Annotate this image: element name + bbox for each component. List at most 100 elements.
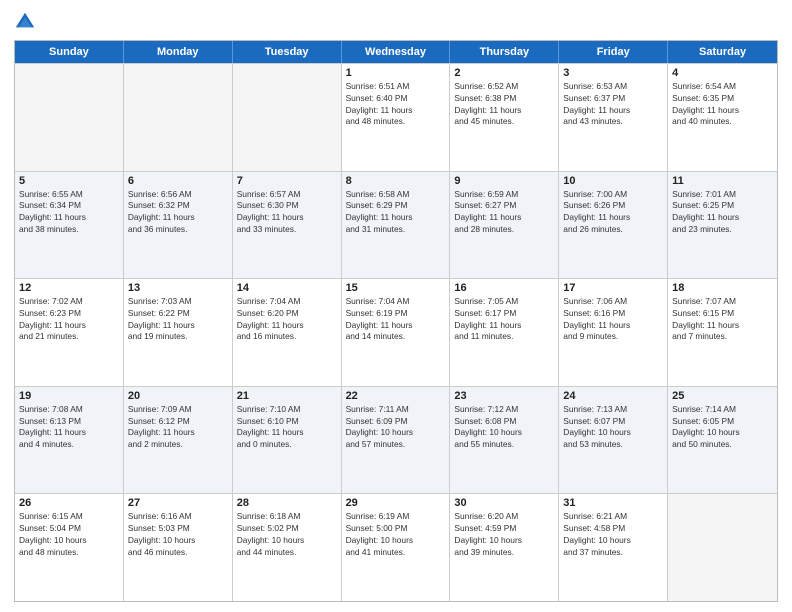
weekday-header: Thursday [450, 41, 559, 63]
calendar-cell [15, 64, 124, 171]
calendar-cell: 1 Sunrise: 6:51 AM Sunset: 6:40 PM Daylig… [342, 64, 451, 171]
calendar-header: SundayMondayTuesdayWednesdayThursdayFrid… [15, 41, 777, 63]
day-info: Sunrise: 7:05 AM Sunset: 6:17 PM Dayligh… [454, 296, 554, 343]
weekday-header: Sunday [15, 41, 124, 63]
calendar-cell: 9 Sunrise: 6:59 AM Sunset: 6:27 PM Daylig… [450, 172, 559, 279]
day-number: 10 [563, 175, 663, 187]
day-number: 19 [19, 390, 119, 402]
day-info: Sunrise: 6:58 AM Sunset: 6:29 PM Dayligh… [346, 189, 446, 236]
day-number: 6 [128, 175, 228, 187]
calendar-cell: 20 Sunrise: 7:09 AM Sunset: 6:12 PM Dayli… [124, 387, 233, 494]
calendar-cell: 5Sunrise: 6:55 AM Sunset: 6:34 PM Daylig… [15, 172, 124, 279]
day-info: Sunrise: 7:03 AM Sunset: 6:22 PM Dayligh… [128, 296, 228, 343]
weekday-header: Friday [559, 41, 668, 63]
calendar-cell: 4 Sunrise: 6:54 AM Sunset: 6:35 PM Daylig… [668, 64, 777, 171]
day-number: 18 [672, 282, 773, 294]
calendar-cell: 14 Sunrise: 7:04 AM Sunset: 6:20 PM Dayli… [233, 279, 342, 386]
day-number: 27 [128, 497, 228, 509]
day-info: Sunrise: 6:20 AM Sunset: 4:59 PM Dayligh… [454, 511, 554, 558]
day-info: Sunrise: 7:04 AM Sunset: 6:19 PM Dayligh… [346, 296, 446, 343]
day-info: Sunrise: 7:04 AM Sunset: 6:20 PM Dayligh… [237, 296, 337, 343]
weekday-header: Tuesday [233, 41, 342, 63]
calendar-cell: 11 Sunrise: 7:01 AM Sunset: 6:25 PM Dayli… [668, 172, 777, 279]
logo-icon [14, 10, 36, 32]
calendar-cell: 22 Sunrise: 7:11 AM Sunset: 6:09 PM Dayli… [342, 387, 451, 494]
weekday-header: Wednesday [342, 41, 451, 63]
day-number: 15 [346, 282, 446, 294]
day-number: 2 [454, 67, 554, 79]
calendar-cell [668, 494, 777, 601]
day-info: Sunrise: 6:21 AM Sunset: 4:58 PM Dayligh… [563, 511, 663, 558]
day-number: 1 [346, 67, 446, 79]
day-info: Sunrise: 6:52 AM Sunset: 6:38 PM Dayligh… [454, 81, 554, 128]
day-number: 28 [237, 497, 337, 509]
calendar-cell: 13 Sunrise: 7:03 AM Sunset: 6:22 PM Dayli… [124, 279, 233, 386]
day-info: Sunrise: 7:13 AM Sunset: 6:07 PM Dayligh… [563, 404, 663, 451]
day-number: 25 [672, 390, 773, 402]
calendar-cell: 23 Sunrise: 7:12 AM Sunset: 6:08 PM Dayli… [450, 387, 559, 494]
calendar-row: 19 Sunrise: 7:08 AM Sunset: 6:13 PM Dayli… [15, 386, 777, 494]
day-info: Sunrise: 7:11 AM Sunset: 6:09 PM Dayligh… [346, 404, 446, 451]
calendar-cell: 30 Sunrise: 6:20 AM Sunset: 4:59 PM Dayli… [450, 494, 559, 601]
day-number: 8 [346, 175, 446, 187]
day-number: 13 [128, 282, 228, 294]
day-info: Sunrise: 6:53 AM Sunset: 6:37 PM Dayligh… [563, 81, 663, 128]
calendar-cell: 24 Sunrise: 7:13 AM Sunset: 6:07 PM Dayli… [559, 387, 668, 494]
calendar-cell [233, 64, 342, 171]
day-info: Sunrise: 6:54 AM Sunset: 6:35 PM Dayligh… [672, 81, 773, 128]
calendar-cell: 12Sunrise: 7:02 AM Sunset: 6:23 PM Dayli… [15, 279, 124, 386]
calendar-cell: 28 Sunrise: 6:18 AM Sunset: 5:02 PM Dayli… [233, 494, 342, 601]
calendar-body: 1 Sunrise: 6:51 AM Sunset: 6:40 PM Daylig… [15, 63, 777, 601]
day-info: Sunrise: 6:19 AM Sunset: 5:00 PM Dayligh… [346, 511, 446, 558]
day-info: Sunrise: 6:55 AM Sunset: 6:34 PM Dayligh… [19, 189, 119, 236]
day-info: Sunrise: 6:59 AM Sunset: 6:27 PM Dayligh… [454, 189, 554, 236]
calendar-cell: 18Sunrise: 7:07 AM Sunset: 6:15 PM Dayli… [668, 279, 777, 386]
calendar-cell: 8 Sunrise: 6:58 AM Sunset: 6:29 PM Daylig… [342, 172, 451, 279]
day-number: 24 [563, 390, 663, 402]
day-info: Sunrise: 7:10 AM Sunset: 6:10 PM Dayligh… [237, 404, 337, 451]
calendar-row: 12Sunrise: 7:02 AM Sunset: 6:23 PM Dayli… [15, 278, 777, 386]
day-info: Sunrise: 6:57 AM Sunset: 6:30 PM Dayligh… [237, 189, 337, 236]
day-number: 16 [454, 282, 554, 294]
calendar-cell: 21 Sunrise: 7:10 AM Sunset: 6:10 PM Dayli… [233, 387, 342, 494]
day-number: 20 [128, 390, 228, 402]
calendar-cell: 31Sunrise: 6:21 AM Sunset: 4:58 PM Dayli… [559, 494, 668, 601]
day-number: 3 [563, 67, 663, 79]
day-number: 7 [237, 175, 337, 187]
header [14, 10, 778, 32]
day-info: Sunrise: 6:16 AM Sunset: 5:03 PM Dayligh… [128, 511, 228, 558]
day-number: 4 [672, 67, 773, 79]
calendar-cell: 2 Sunrise: 6:52 AM Sunset: 6:38 PM Daylig… [450, 64, 559, 171]
day-info: Sunrise: 7:00 AM Sunset: 6:26 PM Dayligh… [563, 189, 663, 236]
calendar-cell: 10 Sunrise: 7:00 AM Sunset: 6:26 PM Dayli… [559, 172, 668, 279]
day-number: 30 [454, 497, 554, 509]
day-number: 14 [237, 282, 337, 294]
weekday-header: Saturday [668, 41, 777, 63]
day-number: 23 [454, 390, 554, 402]
day-info: Sunrise: 7:08 AM Sunset: 6:13 PM Dayligh… [19, 404, 119, 451]
calendar-row: 1 Sunrise: 6:51 AM Sunset: 6:40 PM Daylig… [15, 63, 777, 171]
weekday-header: Monday [124, 41, 233, 63]
day-number: 22 [346, 390, 446, 402]
day-info: Sunrise: 7:06 AM Sunset: 6:16 PM Dayligh… [563, 296, 663, 343]
calendar-cell: 3 Sunrise: 6:53 AM Sunset: 6:37 PM Daylig… [559, 64, 668, 171]
day-number: 21 [237, 390, 337, 402]
day-info: Sunrise: 6:18 AM Sunset: 5:02 PM Dayligh… [237, 511, 337, 558]
day-number: 9 [454, 175, 554, 187]
day-number: 11 [672, 175, 773, 187]
day-info: Sunrise: 7:09 AM Sunset: 6:12 PM Dayligh… [128, 404, 228, 451]
day-number: 26 [19, 497, 119, 509]
logo [14, 10, 40, 32]
calendar-row: 5Sunrise: 6:55 AM Sunset: 6:34 PM Daylig… [15, 171, 777, 279]
day-info: Sunrise: 6:51 AM Sunset: 6:40 PM Dayligh… [346, 81, 446, 128]
calendar-cell: 19 Sunrise: 7:08 AM Sunset: 6:13 PM Dayli… [15, 387, 124, 494]
calendar: SundayMondayTuesdayWednesdayThursdayFrid… [14, 40, 778, 602]
calendar-cell [124, 64, 233, 171]
calendar-cell: 15 Sunrise: 7:04 AM Sunset: 6:19 PM Dayli… [342, 279, 451, 386]
day-info: Sunrise: 7:12 AM Sunset: 6:08 PM Dayligh… [454, 404, 554, 451]
calendar-cell: 27 Sunrise: 6:16 AM Sunset: 5:03 PM Dayli… [124, 494, 233, 601]
calendar-cell: 17Sunrise: 7:06 AM Sunset: 6:16 PM Dayli… [559, 279, 668, 386]
day-info: Sunrise: 7:01 AM Sunset: 6:25 PM Dayligh… [672, 189, 773, 236]
day-info: Sunrise: 7:14 AM Sunset: 6:05 PM Dayligh… [672, 404, 773, 451]
day-info: Sunrise: 7:02 AM Sunset: 6:23 PM Dayligh… [19, 296, 119, 343]
